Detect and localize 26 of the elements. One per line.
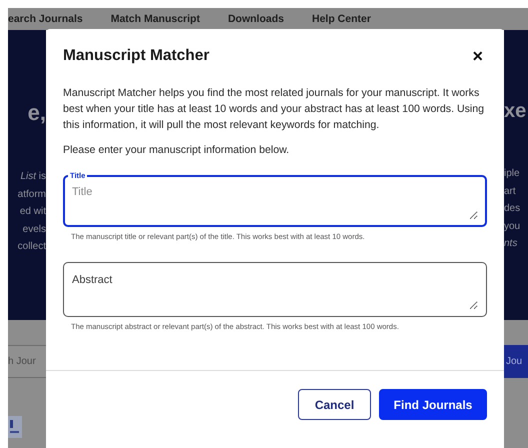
hero-text: des bbox=[504, 202, 520, 216]
hero-text: ed wit bbox=[20, 205, 46, 219]
nav-link[interactable]: Help Center bbox=[312, 13, 371, 25]
hero-headline: xe bbox=[504, 100, 526, 123]
search-button[interactable]: Jou bbox=[504, 345, 528, 378]
find-journals-button[interactable]: Find Journals bbox=[379, 389, 487, 420]
hero-text: you bbox=[504, 220, 520, 234]
close-button[interactable]: × bbox=[468, 47, 487, 65]
hero-text: iple bbox=[504, 167, 520, 181]
prompt-text: Please enter your manuscript information below. bbox=[63, 143, 290, 158]
thumbnail-icon bbox=[8, 416, 22, 438]
hero-text: nts bbox=[504, 237, 518, 251]
nav-link[interactable]: earch Journals bbox=[8, 13, 83, 25]
intro-text: Manuscript Matcher helps you find the most related journals for your manuscript. It works best when your title has at least 10 words and your abstract has at least 100 words. Using this information, it will pull the most relevant keywords for matching. bbox=[63, 86, 486, 133]
dialog-title: Manuscript Matcher bbox=[63, 47, 210, 65]
hero-text: List is bbox=[20, 170, 46, 184]
hero-text: atform bbox=[18, 188, 46, 202]
hero-text: collect bbox=[18, 240, 46, 254]
hero-text: evels bbox=[22, 222, 46, 236]
hero-text: art bbox=[504, 184, 516, 198]
text-area-field[interactable]: Abstract bbox=[63, 262, 487, 317]
search-field[interactable]: h Jour bbox=[8, 345, 46, 378]
nav-link[interactable]: Match Manuscript bbox=[110, 13, 200, 25]
cancel-button[interactable]: Cancel bbox=[298, 389, 371, 420]
hero-headline: e, bbox=[28, 100, 46, 126]
nav-link[interactable]: Downloads bbox=[228, 13, 284, 25]
